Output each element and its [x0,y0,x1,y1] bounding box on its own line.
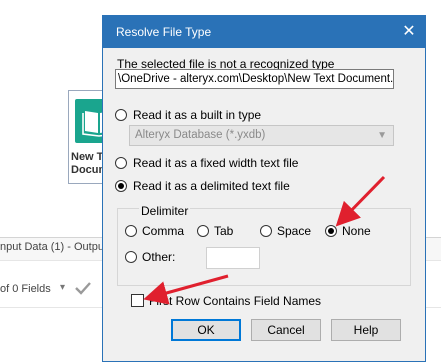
builtin-type-value: Alteryx Database (*.yxdb) [135,129,266,141]
chevron-down-icon: ▼ [377,130,387,141]
builtin-type-radio[interactable] [115,109,127,121]
first-row-label[interactable]: First Row Contains Field Names [149,294,321,308]
other-label[interactable]: Other: [142,250,175,264]
ok-button[interactable]: OK [171,319,241,341]
builtin-type-select[interactable]: Alteryx Database (*.yxdb) ▼ [129,125,394,146]
other-delimiter-input[interactable] [206,247,260,269]
delimited-label[interactable]: Read it as a delimited text file [133,179,290,193]
delimited-radio[interactable] [115,180,127,192]
space-radio[interactable] [260,225,272,237]
dialog-titlebar: Resolve File Type ✕ [103,16,425,48]
fixed-width-label[interactable]: Read it as a fixed width text file [133,156,298,170]
comma-radio[interactable] [125,225,137,237]
file-path-field[interactable]: \OneDrive - alteryx.com\Desktop\New Text… [115,69,394,89]
none-radio[interactable] [325,225,337,237]
checkmark-icon[interactable] [74,280,92,296]
resolve-file-type-dialog: Resolve File Type ✕ The selected file is… [102,15,426,362]
other-radio[interactable] [125,251,137,263]
fields-count[interactable]: of 0 Fields [0,283,51,295]
tab-radio[interactable] [197,225,209,237]
none-label[interactable]: None [342,224,371,238]
cancel-button[interactable]: Cancel [251,319,321,341]
help-button[interactable]: Help [331,319,401,341]
builtin-type-label[interactable]: Read it as a built in type [133,108,261,122]
chevron-down-icon[interactable]: ▾ [60,282,65,293]
fixed-width-radio[interactable] [115,157,127,169]
close-button[interactable]: ✕ [399,22,419,42]
dialog-title: Resolve File Type [116,25,212,39]
space-label[interactable]: Space [277,224,311,238]
delimiter-group [117,208,411,286]
delimiter-legend: Delimiter [139,204,191,218]
first-row-checkbox[interactable] [131,294,144,307]
tab-label[interactable]: Tab [214,224,233,238]
comma-label[interactable]: Comma [142,224,184,238]
results-panel-title: nput Data (1) - Outpu [0,241,104,253]
